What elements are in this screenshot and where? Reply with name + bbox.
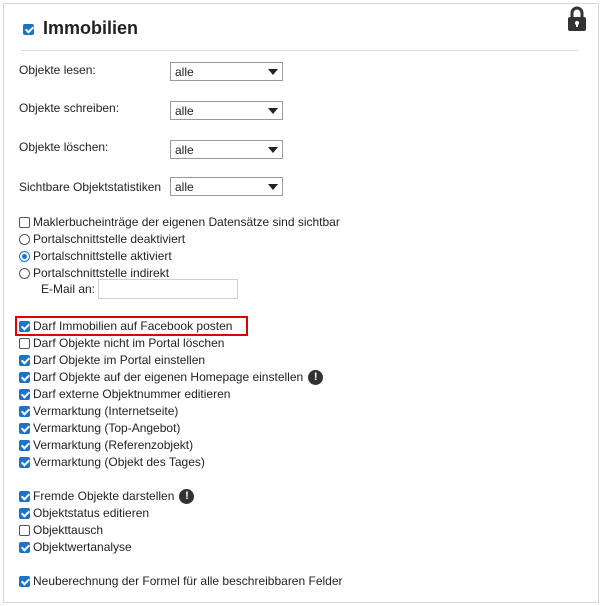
radio-label: Portalschnittstelle deaktiviert <box>33 232 186 247</box>
perm-vermarktung-internetseite[interactable]: Vermarktung (Internetseite) <box>19 404 178 419</box>
checkbox-label: Darf Immobilien auf Facebook posten <box>33 319 233 334</box>
checkbox[interactable] <box>19 542 30 554</box>
chevron-down-icon <box>268 147 278 153</box>
chevron-down-icon <box>268 108 278 114</box>
checkbox-label: Darf externe Objektnummer editieren <box>33 387 231 402</box>
radio-button[interactable] <box>19 234 30 246</box>
checkbox[interactable] <box>19 338 30 350</box>
checkbox-label: Darf Objekte nicht im Portal löschen <box>33 336 225 351</box>
checkbox-label: Darf Objekte auf der eigenen Homepage ei… <box>33 370 304 385</box>
email-field[interactable] <box>98 279 238 299</box>
select-value: alle <box>175 104 194 118</box>
section-checkbox[interactable] <box>23 24 34 35</box>
checkbox[interactable] <box>19 389 30 401</box>
checkbox[interactable] <box>19 440 30 452</box>
objektstatistiken-label: Sichtbare Objektstatistiken <box>19 180 162 194</box>
checkbox[interactable] <box>19 355 30 367</box>
perm-objekttausch[interactable]: Objekttausch <box>19 523 103 538</box>
perm-portal-einstellen[interactable]: Darf Objekte im Portal einstellen <box>19 353 205 368</box>
objekte-lesen-label: Objekte lesen: <box>19 63 96 77</box>
checkbox-label: Vermarktung (Top-Angebot) <box>33 421 181 436</box>
perm-fremde-objekte[interactable]: Fremde Objekte darstellen! <box>19 489 195 505</box>
checkbox[interactable] <box>19 217 30 229</box>
radio-portal-deaktiviert[interactable]: Portalschnittstelle deaktiviert <box>19 232 185 247</box>
perm-vermarktung-top-angebot[interactable]: Vermarktung (Top-Angebot) <box>19 421 180 436</box>
perm-vermarktung-referenzobjekt[interactable]: Vermarktung (Referenzobjekt) <box>19 438 193 453</box>
perm-objektwertanalyse[interactable]: Objektwertanalyse <box>19 540 132 555</box>
radio-button[interactable] <box>19 268 30 280</box>
checkbox-label: Fremde Objekte darstellen <box>33 489 175 504</box>
info-icon[interactable]: ! <box>308 370 324 386</box>
checkbox-label: Vermarktung (Referenzobjekt) <box>33 438 194 453</box>
objekte-schreiben-label: Objekte schreiben: <box>19 101 120 115</box>
info-icon[interactable]: ! <box>179 489 195 505</box>
perm-neuberechnung[interactable]: Neuberechnung der Formel für alle beschr… <box>19 574 343 589</box>
checkbox[interactable] <box>19 372 30 384</box>
checkbox-label: Objektstatus editieren <box>33 506 150 521</box>
objekte-loeschen-select[interactable]: alle <box>170 140 283 159</box>
checkbox[interactable] <box>19 576 30 588</box>
radio-button[interactable] <box>19 251 30 263</box>
section-header: Immobilien <box>21 6 586 51</box>
perm-homepage-einstellen[interactable]: Darf Objekte auf der eigenen Homepage ei… <box>19 370 324 386</box>
checkbox-label: Maklerbucheinträge der eigenen Datensätz… <box>33 215 340 230</box>
section-title: Immobilien <box>43 18 139 38</box>
perm-nicht-loeschen[interactable]: Darf Objekte nicht im Portal löschen <box>19 336 224 351</box>
checkbox[interactable] <box>19 525 30 537</box>
checkbox-label: Objektwertanalyse <box>33 540 132 555</box>
select-value: alle <box>175 180 194 194</box>
lock-icon <box>568 6 586 31</box>
perm-externe-objektnummer[interactable]: Darf externe Objektnummer editieren <box>19 387 230 402</box>
objekte-loeschen-label: Objekte löschen: <box>19 140 109 154</box>
checkbox-label: Objekttausch <box>33 523 104 538</box>
checkbox-label: Vermarktung (Objekt des Tages) <box>33 455 205 470</box>
checkbox-label: Neuberechnung der Formel für alle beschr… <box>33 574 343 589</box>
radio-label: Portalschnittstelle aktiviert <box>33 249 172 264</box>
checkbox-label: Darf Objekte im Portal einstellen <box>33 353 206 368</box>
select-value: alle <box>175 65 194 79</box>
objekte-schreiben-select[interactable]: alle <box>170 101 283 120</box>
checkbox[interactable] <box>19 321 30 333</box>
chevron-down-icon <box>268 69 278 75</box>
checkbox[interactable] <box>19 457 30 469</box>
email-label: E-Mail an: <box>41 282 96 296</box>
perm-facebook-posten[interactable]: Darf Immobilien auf Facebook posten <box>19 319 232 334</box>
chevron-down-icon <box>268 184 278 190</box>
checkbox[interactable] <box>19 423 30 435</box>
makler-checkbox-row[interactable]: Maklerbucheinträge der eigenen Datensätz… <box>19 215 340 230</box>
checkbox[interactable] <box>19 406 30 418</box>
radio-portal-aktiviert[interactable]: Portalschnittstelle aktiviert <box>19 249 172 264</box>
select-value: alle <box>175 143 194 157</box>
checkbox[interactable] <box>19 508 30 520</box>
perm-vermarktung-objekt-des-tages[interactable]: Vermarktung (Objekt des Tages) <box>19 455 205 470</box>
perm-objektstatus[interactable]: Objektstatus editieren <box>19 506 149 521</box>
checkbox-label: Vermarktung (Internetseite) <box>33 404 179 419</box>
checkbox[interactable] <box>19 491 30 503</box>
objektstatistiken-select[interactable]: alle <box>170 177 283 196</box>
objekte-lesen-select[interactable]: alle <box>170 62 283 81</box>
